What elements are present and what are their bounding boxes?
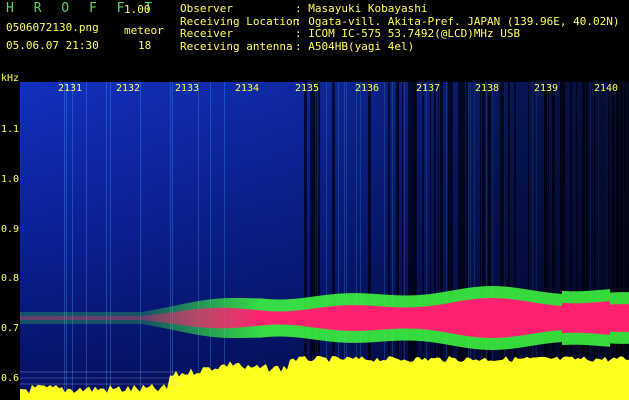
station-row-receiver: Receiver : ICOM IC-575 53.7492(@LCD)MHz … — [180, 27, 620, 41]
station-value: Masayuki Kobayashi — [308, 2, 428, 15]
station-sep: : — [295, 39, 302, 53]
x-tick-label: 2133 — [175, 83, 199, 94]
station-sep: : — [295, 27, 302, 40]
station-label: Receiver — [180, 27, 233, 40]
x-tick-label: 2139 — [534, 83, 558, 94]
station-row-observer: Observer : Masayuki Kobayashi — [180, 2, 620, 16]
y-tick-label: 0.9 — [1, 224, 20, 235]
y-tick-label: 0.6 — [1, 373, 20, 384]
meteor-count: 18 — [138, 39, 152, 52]
station-label: Observer — [180, 2, 233, 15]
x-tick-label: 2134 — [235, 83, 259, 94]
y-tick-label: 0.8 — [1, 273, 20, 284]
x-tick-label: 2132 — [116, 83, 140, 94]
y-tick-label: 1.0 — [1, 174, 20, 185]
x-tick-label: 2131 — [58, 83, 82, 94]
x-tick-label: 2137 — [416, 83, 440, 94]
x-tick-label: 2136 — [355, 83, 379, 94]
station-value: A504HB(yagi 4el) — [308, 39, 415, 53]
x-tick-label: 2140 — [594, 83, 618, 94]
axis-unit-label: kHz — [1, 73, 20, 84]
x-tick-label: 2138 — [475, 83, 499, 94]
x-tick-label: 2135 — [295, 83, 319, 94]
version-label: 1.00 — [124, 3, 151, 16]
station-row-antenna: Receiving antenna : A504HB(yagi 4el) — [180, 39, 620, 54]
noise-fade — [20, 82, 629, 400]
datetime-label: 05.06.07 21:30 — [6, 39, 99, 52]
filename-label: 0506072130.png — [6, 21, 99, 34]
station-info: Observer : Masayuki Kobayashi Receiving … — [180, 2, 620, 54]
y-tick-label: 1.1 — [1, 124, 20, 135]
meteor-label: meteor — [124, 24, 164, 37]
station-sep: : — [295, 2, 302, 15]
station-label: Receiving antenna — [180, 39, 293, 53]
station-value: ICOM IC-575 53.7492(@LCD)MHz USB — [308, 27, 521, 40]
spectrogram: 2131 2132 2133 2134 2135 2136 2137 2138 … — [20, 82, 629, 400]
y-tick-label: 0.7 — [1, 323, 20, 334]
